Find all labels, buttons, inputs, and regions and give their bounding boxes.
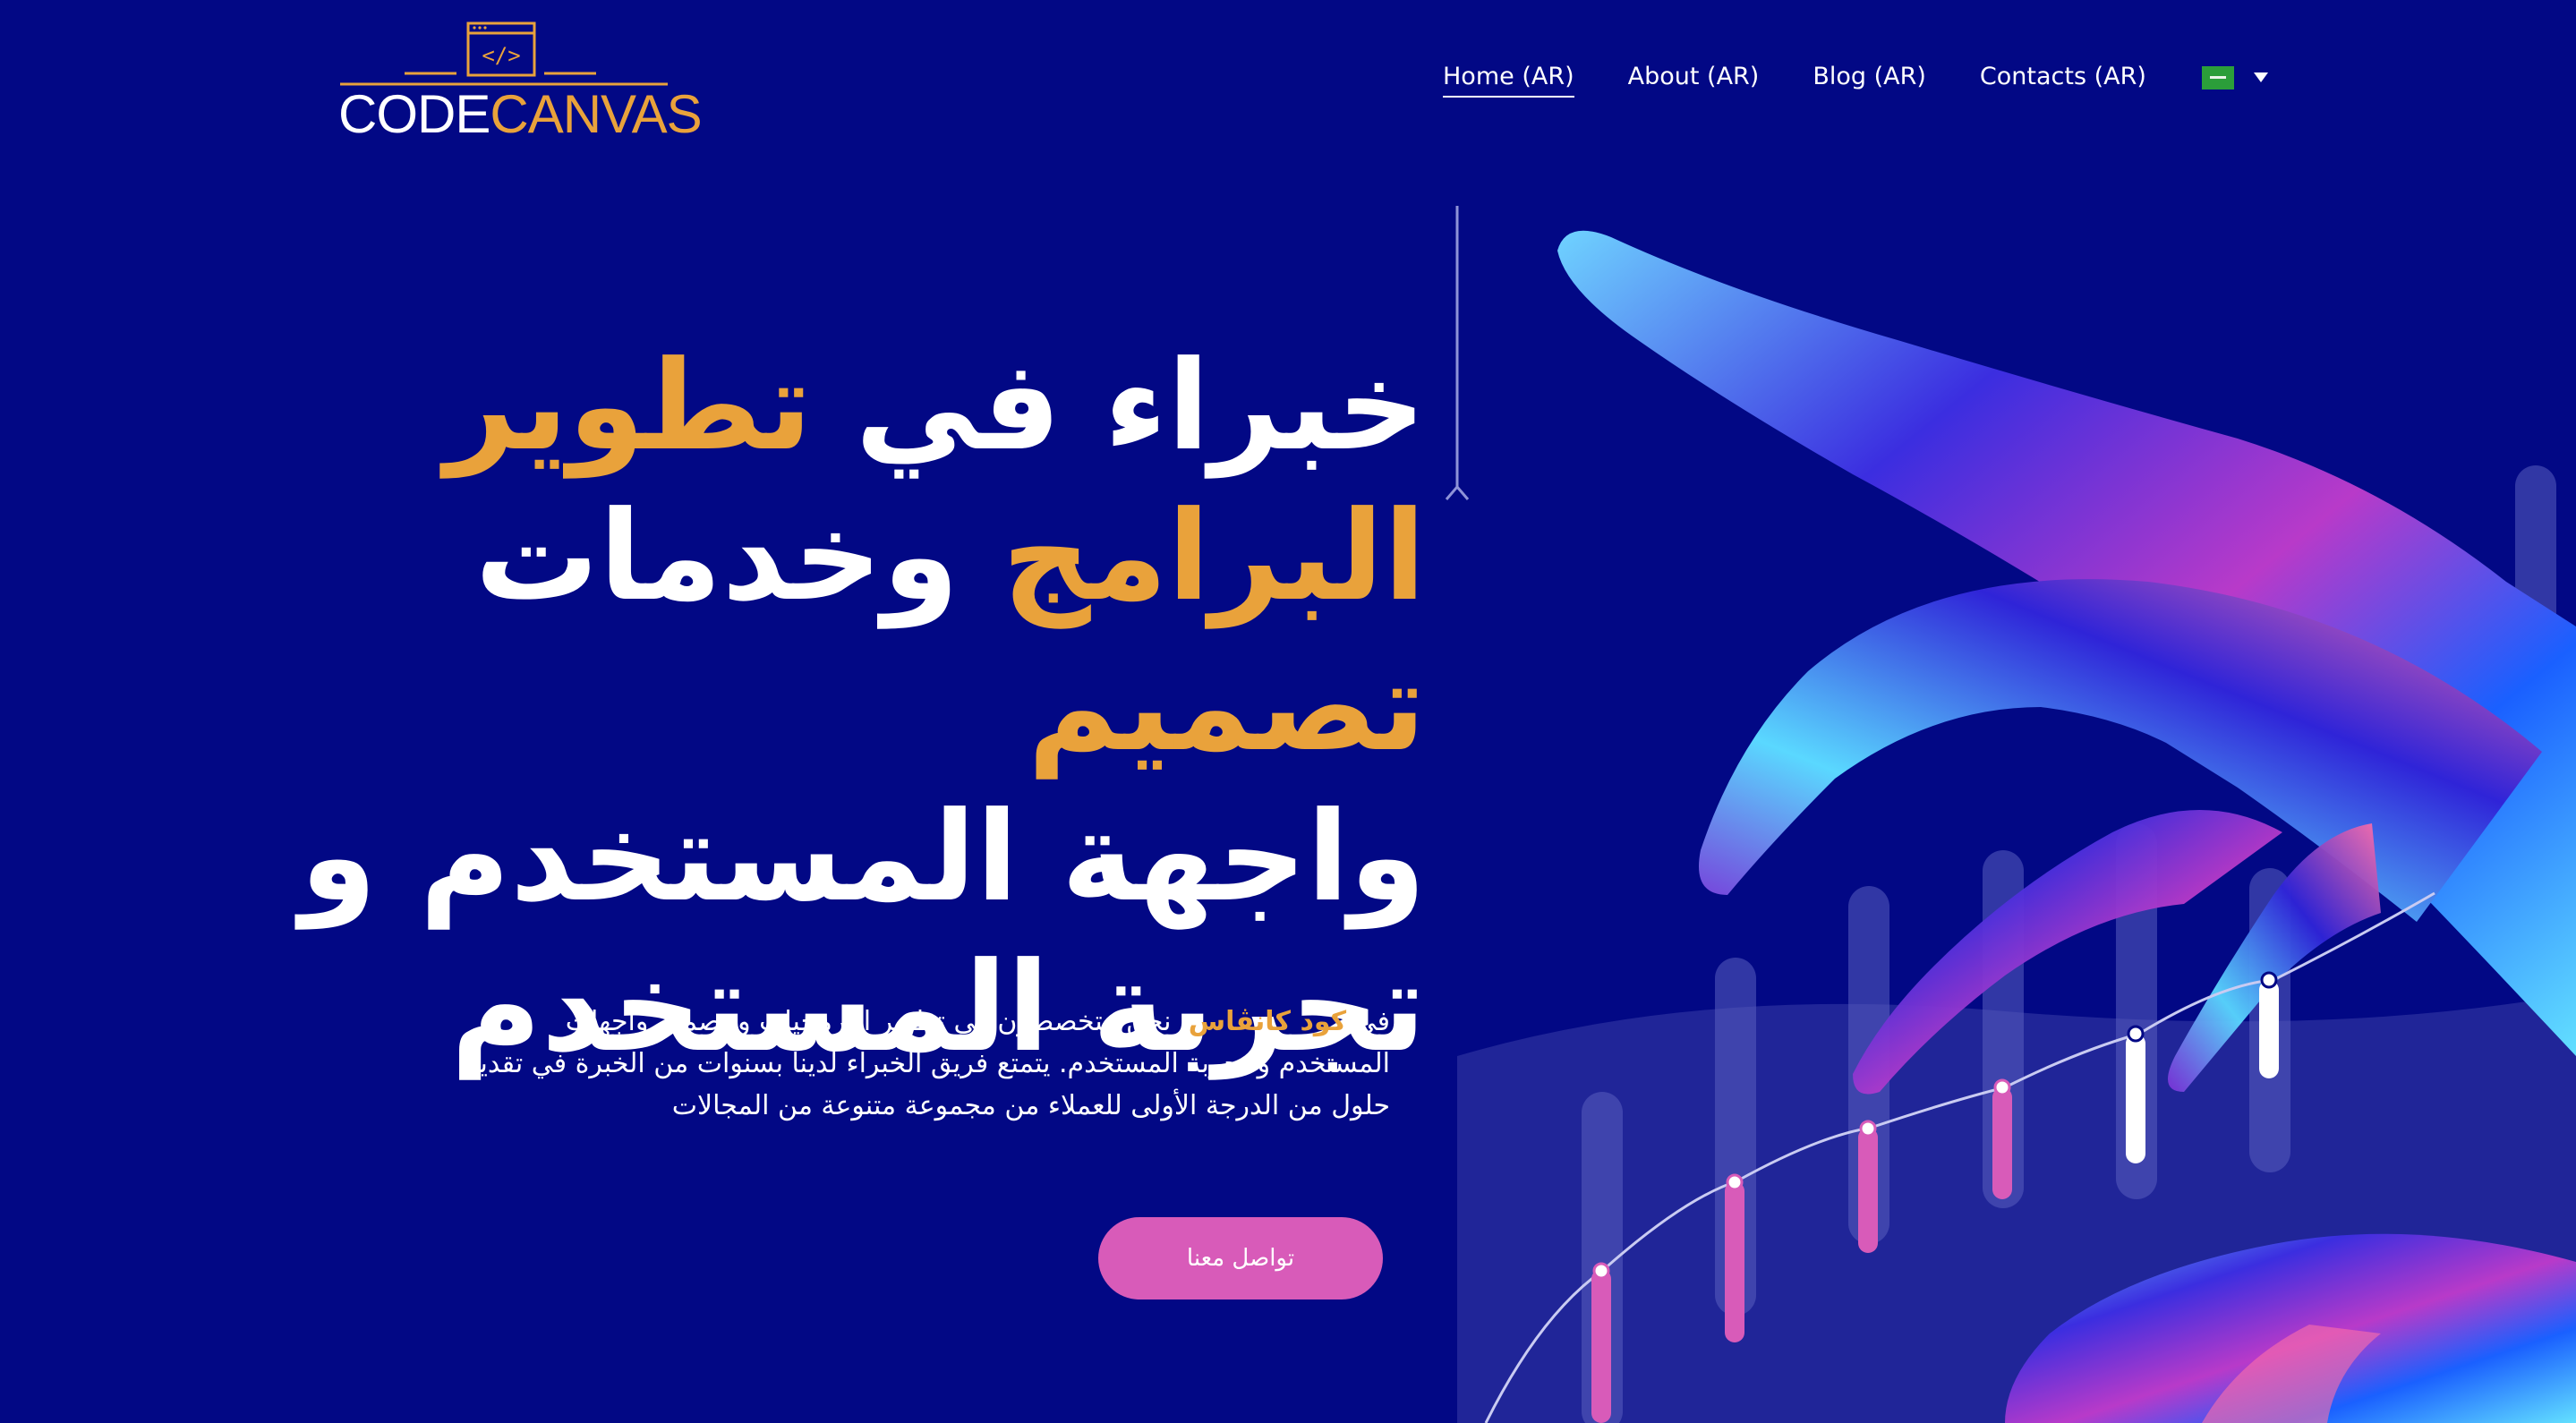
nav-blog-link[interactable]: Blog (AR) <box>1813 63 1926 98</box>
logo-code-text: CODE <box>338 84 490 144</box>
headline-highlight-2: البرامج <box>1002 484 1427 628</box>
headline-text-3: واجهة المستخدم و <box>300 785 1426 929</box>
nav-contacts-link[interactable]: Contacts (AR) <box>1980 63 2146 98</box>
hero-description: في كود كانڤاس، نحن متخصصون في تطوير البر… <box>450 1001 1390 1127</box>
landing-page: </> CODECANVAS Home (AR) About (AR) Blog… <box>0 0 2576 1423</box>
chevron-down-icon <box>2253 72 2268 82</box>
nav-about-link[interactable]: About (AR) <box>1628 63 1760 98</box>
nav-home-link[interactable]: Home (AR) <box>1443 63 1574 98</box>
headline-highlight-3: تصميم <box>1028 635 1426 779</box>
logo-icon-text: </> <box>482 43 520 68</box>
logo-canvas-text: CANVAS <box>490 84 702 144</box>
description-brand: كود كانڤاس <box>1188 1006 1347 1037</box>
headline-text-2: وخدمات <box>474 484 960 628</box>
language-selector[interactable] <box>2201 65 2268 89</box>
description-prefix: في <box>1354 1006 1390 1037</box>
codecanvas-logo[interactable]: </> CODECANVAS <box>331 18 703 148</box>
logo-wordmark: CODECANVAS <box>338 88 703 141</box>
saudi-arabia-flag-icon <box>2201 65 2234 89</box>
hero-headline: خبراء في تطوير البرامج وخدمات تصميم واجهة … <box>280 331 1426 1083</box>
contact-us-button[interactable]: تواصل معنا <box>1098 1217 1383 1299</box>
headline-highlight-1: تطوير <box>445 334 813 478</box>
hero-hand-illustration <box>1445 206 2576 1423</box>
headline-text-1: خبراء في <box>855 334 1426 478</box>
main-nav: Home (AR) About (AR) Blog (AR) Contacts … <box>1443 63 2268 98</box>
